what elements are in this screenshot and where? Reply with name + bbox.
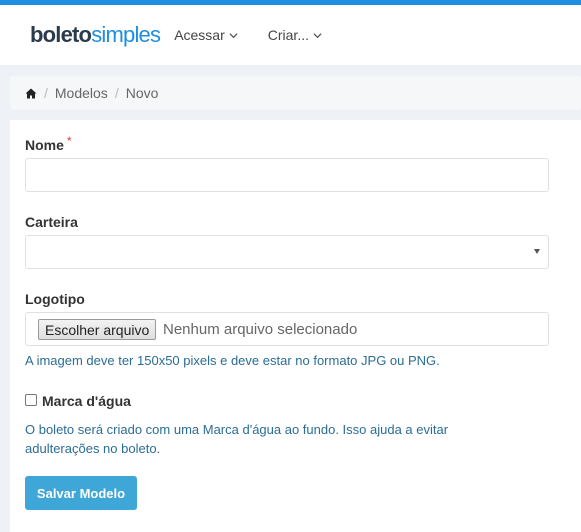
logotipo-label: Logotipo xyxy=(25,291,85,307)
breadcrumb-link-modelos[interactable]: Modelos xyxy=(55,85,108,101)
logo-part-2: simples xyxy=(91,22,161,47)
nome-label-text: Nome xyxy=(25,137,64,153)
brand-logo[interactable]: boleto simples xyxy=(30,22,161,48)
nome-input[interactable] xyxy=(25,158,549,192)
marca-dagua-help-text: O boleto será criado com uma Marca d'águ… xyxy=(25,422,449,456)
form-card: Nome * Carteira Logotipo Escolher arquivo… xyxy=(10,120,581,532)
file-status-text: Nenhum arquivo selecionado xyxy=(163,321,358,338)
nav-item-label: Criar... xyxy=(267,27,309,43)
required-mark: * xyxy=(66,134,72,148)
logotipo-file-input[interactable]: Escolher arquivo Nenhum arquivo selecion… xyxy=(25,312,549,346)
carteira-select[interactable] xyxy=(25,235,549,269)
nav-item-label: Acessar xyxy=(174,27,225,43)
nav-item-criar[interactable]: Criar... xyxy=(268,27,322,43)
navbar: boleto simples Acessar Criar... xyxy=(0,5,581,65)
marca-dagua-checkbox[interactable] xyxy=(25,394,37,406)
dropdown-arrow-icon xyxy=(534,249,540,254)
marca-dagua-label[interactable]: Marca d'água xyxy=(42,393,131,409)
choose-file-button[interactable]: Escolher arquivo xyxy=(38,319,157,340)
breadcrumb-separator: / xyxy=(44,85,48,101)
carteira-label: Carteira xyxy=(25,214,78,230)
breadcrumb: / Modelos / Novo xyxy=(10,76,581,110)
breadcrumb-current: Novo xyxy=(125,85,159,101)
chevron-down-icon xyxy=(229,32,238,38)
logotipo-help-text: A imagem deve ter 150x50 pixels e deve e… xyxy=(25,353,440,368)
home-icon[interactable] xyxy=(25,88,37,99)
logo-part-1: boleto xyxy=(30,22,92,47)
breadcrumb-separator: / xyxy=(114,85,119,101)
nav-item-acessar[interactable]: Acessar xyxy=(174,27,238,43)
chevron-down-icon xyxy=(313,32,322,38)
nome-label: Nome * xyxy=(25,134,72,153)
save-model-button[interactable]: Salvar Modelo xyxy=(25,476,137,510)
